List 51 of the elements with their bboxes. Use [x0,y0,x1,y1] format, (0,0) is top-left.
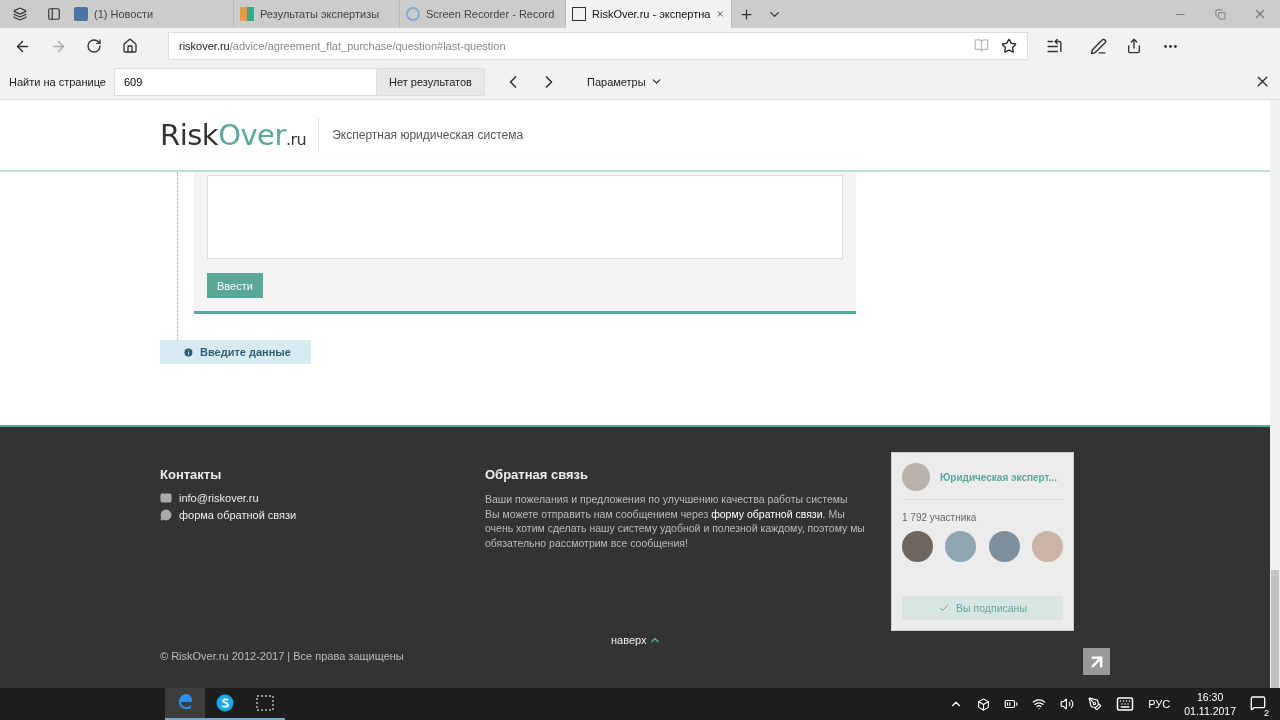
group-avatar [902,463,930,491]
copyright-text: © RiskOver.ru 2012-2017 | Все права защищены [160,650,404,662]
tab-preview-icon[interactable] [47,7,61,21]
member-avatar[interactable] [902,531,933,562]
notifications-icon[interactable] [1250,695,1266,711]
find-label: Найти на странице [9,75,107,88]
box-icon[interactable] [977,697,991,711]
contacts-heading: Контакты [160,467,223,482]
check-icon [938,602,951,614]
refresh-icon[interactable] [86,38,102,54]
keyboard-icon[interactable] [1116,695,1135,713]
feedback-paragraph: Ваши пожелания и предложения по улучшению качества работы системы Вы можете отправить нам сообщением через форму обратной связи. Мы очень хотим сделать нашу систему удобной и полезной каждому, поэтому мы обязательно рассмотрим все сообщения! [485,492,865,550]
find-input[interactable]: 609 [114,67,377,96]
page-icon [572,7,586,21]
wifi-icon[interactable] [1032,697,1047,711]
circle-icon [406,7,420,21]
pen-icon[interactable] [1089,37,1107,55]
vk-logo-icon [74,7,88,21]
members-count: 1 792 участника [902,512,978,523]
scrollbar[interactable] [1270,100,1280,688]
star-list-icon[interactable] [1045,37,1063,55]
address-bar[interactable]: riskover.ru/advice/agreement_flat_purchase/question#last-question [168,32,1028,60]
share-icon[interactable] [1126,38,1142,54]
language-indicator[interactable]: РУС [1148,698,1171,710]
speech-bubble-icon [160,509,172,521]
member-avatar[interactable] [988,531,1020,562]
feedback-heading: Обратная связь [485,467,590,482]
new-tab-icon[interactable] [738,6,754,22]
star-icon[interactable] [1001,38,1017,54]
site-logo[interactable]: RiskOver.ru [160,118,320,152]
info-icon [183,346,194,358]
tabs-aside-icon[interactable] [13,7,27,21]
to-top-link[interactable]: наверх [611,634,661,646]
speaker-icon[interactable] [1060,697,1075,711]
contact-link[interactable]: info@riskover.ru [179,492,259,504]
site-tagline: Экспертная юридическая система [332,128,524,142]
dashed-square-icon [256,695,274,711]
clock[interactable]: 16:30 01.11.2017 [1184,690,1236,718]
feedback-form-link[interactable]: форму обратной связи [711,507,823,520]
notification-count: 2 [1262,708,1271,718]
expand-button[interactable] [1083,648,1110,675]
options-dropdown[interactable]: Параметры [581,74,669,89]
find-result: Нет результатов [377,67,485,96]
contact-link[interactable]: форма обратной связи [179,509,297,521]
skype-icon [216,694,234,712]
notice-text: Введите данные [200,346,291,358]
colored-tiles-icon [240,7,254,21]
home-icon[interactable] [122,38,138,54]
pen-icon[interactable] [1088,697,1103,711]
battery-icon[interactable] [1004,697,1019,711]
browser-tab[interactable]: RiskOver.ru - экспертна [566,0,732,28]
